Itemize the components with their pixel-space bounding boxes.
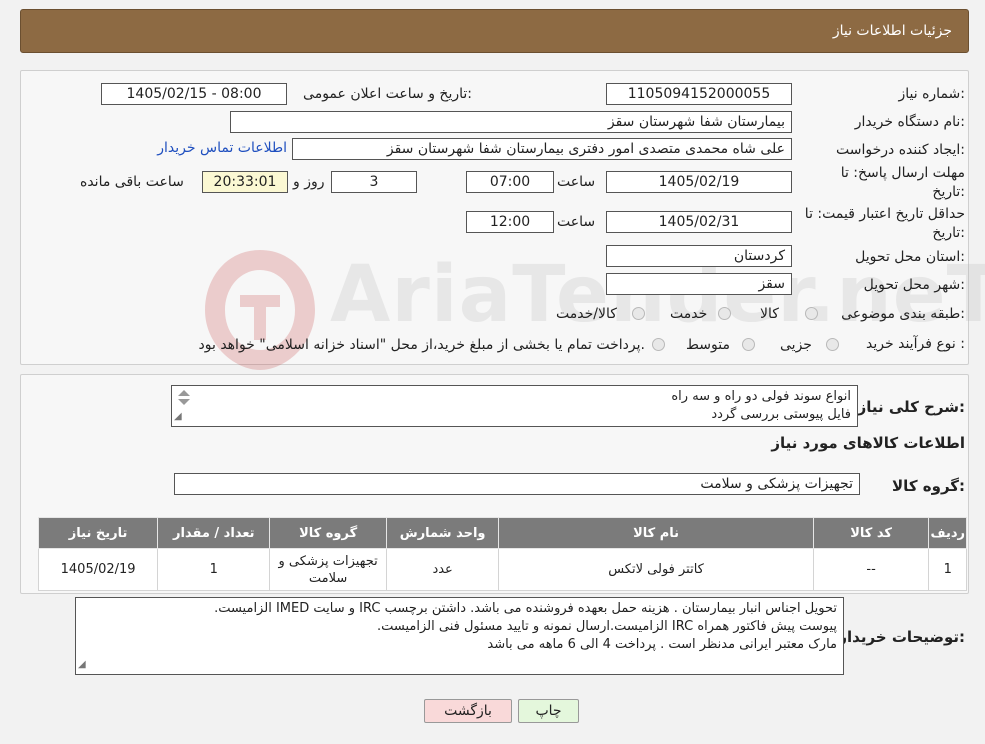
- col-date: تاریخ نیاز: [37, 517, 159, 549]
- category-label: طبقه بندی موضوعی:: [841, 306, 965, 322]
- col-code: کد کالا: [812, 517, 930, 549]
- remaining-time-field: 20:33:01: [202, 171, 288, 193]
- purchase-option-medium: متوسط: [686, 337, 730, 353]
- buyer-notes-line-2: پیوست پیش فاکتور همراه IRC الزامیست.ارسا…: [377, 619, 837, 634]
- province-label: استان محل تحویل:: [855, 249, 965, 265]
- buyer-notes-textarea[interactable]: تحویل اجناس انبار بیمارستان . هزینه حمل …: [75, 597, 844, 675]
- treasury-checkbox[interactable]: [652, 338, 665, 351]
- cell-unit: عدد: [385, 548, 500, 591]
- days-label: روز و: [293, 174, 325, 190]
- purchase-note: پرداخت تمام یا بخشی از مبلغ خرید،از محل …: [198, 337, 645, 353]
- validity-time-label: ساعت: [557, 214, 596, 230]
- col-unit: واحد شمارش: [385, 517, 500, 549]
- back-button[interactable]: بازگشت: [424, 699, 512, 723]
- buyer-contact-link[interactable]: اطلاعات تماس خریدار: [155, 140, 287, 156]
- cell-date: 1405/02/19: [37, 548, 159, 591]
- col-name: نام کالا: [498, 517, 814, 549]
- cell-group: تجهیزات پزشکی و سلامت: [269, 548, 387, 591]
- buyer-org-label: نام دستگاه خریدار:: [854, 114, 965, 130]
- purchase-type-label: نوع فرآیند خرید :: [866, 336, 965, 352]
- need-number-field: 1105094152000055: [606, 83, 792, 105]
- category-radio-service[interactable]: [718, 307, 731, 320]
- category-option-service: خدمت: [670, 306, 708, 322]
- items-table: ردیف کد کالا نام کالا واحد شمارش گروه کا…: [37, 517, 967, 591]
- scroll-down-icon[interactable]: [178, 399, 190, 405]
- resize-handle-icon[interactable]: ◢: [174, 408, 182, 426]
- validity-date-field: 1405/02/31: [606, 211, 792, 233]
- requester-label: ایجاد کننده درخواست:: [836, 142, 965, 158]
- deadline-time-label: ساعت: [557, 174, 596, 190]
- summary-textarea[interactable]: انواع سوند فولی دو راه و سه راه فایل پیو…: [171, 385, 858, 427]
- page-header: جزئیات اطلاعات نیاز: [20, 9, 969, 53]
- purchase-radio-medium[interactable]: [742, 338, 755, 351]
- col-row: ردیف: [928, 517, 967, 549]
- col-group: گروه کالا: [269, 517, 387, 549]
- deadline-date-field: 1405/02/19: [606, 171, 792, 193]
- goods-group-label: گروه کالا:: [892, 477, 965, 495]
- scroll-up-icon[interactable]: [178, 390, 190, 396]
- purchase-option-minor: جزیی: [780, 337, 812, 353]
- announce-label: تاریخ و ساعت اعلان عمومی:: [303, 86, 472, 102]
- deadline-label: مهلت ارسال پاسخ: تا تاریخ:: [840, 165, 965, 200]
- col-quantity: تعداد / مقدار: [157, 517, 271, 549]
- cell-code: --: [812, 548, 930, 591]
- need-number-label: شماره نیاز:: [898, 86, 965, 102]
- city-label: شهر محل تحویل:: [863, 277, 965, 293]
- table-header-row: ردیف کد کالا نام کالا واحد شمارش گروه کا…: [37, 517, 967, 549]
- deadline-time-field: 07:00: [466, 171, 554, 193]
- summary-label: شرح کلی نیاز:: [857, 398, 965, 416]
- table-row: 1 -- کاتتر فولی لاتکس عدد تجهیزات پزشکی …: [37, 548, 967, 591]
- buyer-org-field: بیمارستان شفا شهرستان سقز: [230, 111, 792, 133]
- goods-info-title: اطلاعات کالاهای مورد نیاز: [771, 434, 965, 452]
- goods-group-field: تجهیزات پزشکی و سلامت: [174, 473, 860, 495]
- days-field: 3: [331, 171, 417, 193]
- category-option-goods-service: کالا/خدمت: [556, 306, 617, 322]
- purchase-radio-minor[interactable]: [826, 338, 839, 351]
- cell-quantity: 1: [157, 548, 271, 591]
- announce-field: 1405/02/15 - 08:00: [101, 83, 287, 105]
- print-button[interactable]: چاپ: [518, 699, 579, 723]
- resize-handle-icon[interactable]: ◢: [78, 656, 86, 674]
- cell-name: کاتتر فولی لاتکس: [498, 548, 814, 591]
- requester-field: علی شاه محمدی متصدی امور دفتری بیمارستان…: [292, 138, 792, 160]
- summary-line-1: انواع سوند فولی دو راه و سه راه: [671, 389, 851, 404]
- category-radio-goods[interactable]: [805, 307, 818, 320]
- buyer-notes-line-3: مارک معتبر ایرانی مدنظر است . پرداخت 4 ا…: [487, 637, 837, 652]
- validity-label: حداقل تاریخ اعتبار قیمت: تا تاریخ:: [804, 206, 965, 241]
- buyer-notes-line-1: تحویل اجناس انبار بیمارستان . هزینه حمل …: [214, 601, 837, 616]
- summary-line-2: فایل پیوستی بررسی گردد: [711, 407, 851, 422]
- remaining-label: ساعت باقی مانده: [80, 174, 184, 190]
- category-radio-goods-service[interactable]: [632, 307, 645, 320]
- validity-time-field: 12:00: [466, 211, 554, 233]
- city-field: سقز: [606, 273, 792, 295]
- page-title: جزئیات اطلاعات نیاز: [832, 23, 952, 39]
- category-option-goods: کالا: [760, 306, 779, 322]
- buyer-notes-label: توضیحات خریدار:: [838, 628, 965, 646]
- cell-row: 1: [928, 548, 967, 591]
- province-field: کردستان: [606, 245, 792, 267]
